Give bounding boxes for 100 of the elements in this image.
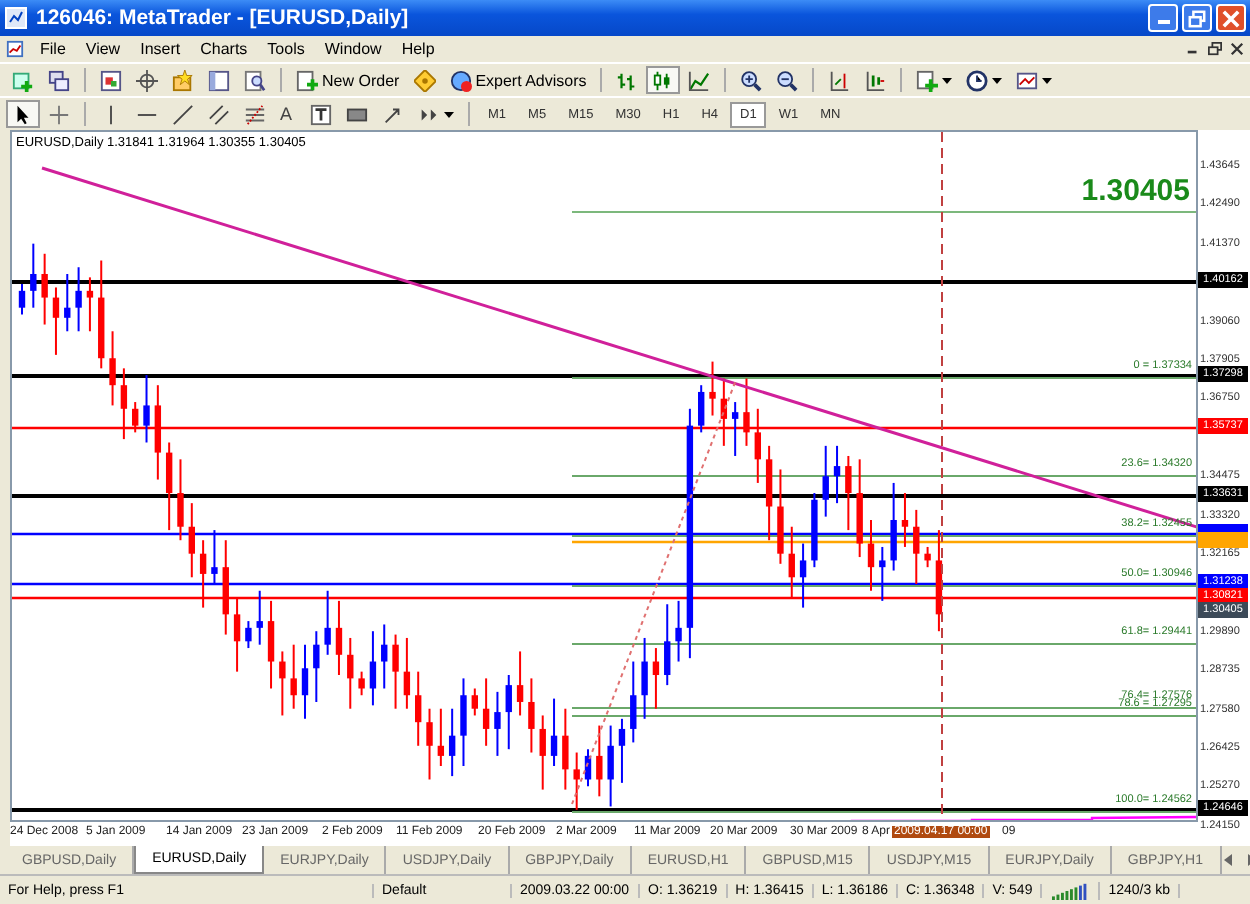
text-label-icon	[310, 103, 332, 125]
candle	[211, 529, 218, 586]
candle	[18, 283, 26, 316]
candle	[64, 273, 71, 333]
restore-icon[interactable]	[1208, 42, 1222, 56]
candle	[754, 407, 761, 484]
caret-icon	[444, 111, 454, 117]
candle	[415, 670, 422, 747]
menu-item[interactable]: View	[75, 40, 131, 58]
candle	[41, 252, 48, 326]
magnifier-icon	[244, 69, 266, 91]
candle	[98, 259, 105, 370]
candle	[426, 707, 433, 781]
candle	[913, 508, 920, 586]
candle	[290, 643, 297, 710]
caret-icon	[1042, 77, 1053, 83]
candle	[199, 539, 207, 609]
candle	[901, 492, 909, 548]
window-icon	[100, 69, 122, 91]
new-order-button[interactable]: New Order	[290, 66, 406, 94]
close-button[interactable]	[1216, 4, 1246, 32]
toolbar-button[interactable]	[6, 100, 40, 128]
minimize-button[interactable]	[1148, 4, 1178, 32]
menu-item[interactable]: Tools	[257, 40, 315, 58]
candle	[731, 401, 739, 457]
candle	[52, 286, 60, 356]
candle	[188, 502, 195, 579]
panel-icon	[208, 69, 230, 91]
menu-item[interactable]: Help	[391, 40, 445, 58]
diamond-icon	[413, 69, 436, 91]
candle	[630, 660, 637, 744]
candle	[177, 458, 184, 542]
caret-icon	[942, 77, 953, 83]
candle	[233, 596, 241, 673]
menu-item[interactable]: Window	[314, 40, 392, 58]
candle	[777, 468, 784, 565]
plus-icon	[12, 69, 34, 91]
candle	[109, 330, 116, 407]
candle	[358, 670, 365, 697]
candle	[709, 360, 716, 417]
candle	[867, 519, 875, 592]
toolbar-button[interactable]	[130, 66, 164, 94]
candle	[392, 633, 399, 710]
candle	[618, 717, 626, 784]
candle	[720, 377, 728, 447]
candle	[75, 266, 82, 333]
fibonacci-icon	[244, 103, 266, 125]
candle	[743, 377, 750, 447]
plus-icon	[916, 69, 939, 91]
candle	[698, 384, 705, 434]
candle	[154, 384, 162, 481]
candles-icon	[652, 69, 675, 91]
close-icon[interactable]	[1230, 42, 1244, 56]
candle	[324, 589, 331, 656]
candle	[403, 636, 411, 710]
candle	[799, 542, 807, 609]
menu-item[interactable]: File	[30, 40, 76, 58]
candle	[924, 545, 931, 569]
candle	[86, 276, 94, 333]
candle	[347, 636, 354, 710]
candle	[313, 630, 320, 703]
candle	[822, 444, 829, 518]
windows-icon	[48, 69, 70, 91]
candle	[165, 441, 173, 532]
candle	[30, 242, 37, 309]
channel-icon	[208, 103, 230, 125]
candle	[584, 748, 592, 788]
candle	[471, 687, 478, 717]
text-tool-button[interactable]: A	[274, 100, 302, 128]
trend-line-icon	[172, 103, 194, 125]
expert-advisors-button[interactable]: Expert Advisors	[443, 66, 593, 94]
candle	[935, 529, 943, 633]
menu-item[interactable]: Insert	[130, 40, 191, 58]
candle	[550, 697, 558, 767]
candle	[788, 525, 795, 599]
candle	[279, 650, 286, 717]
document-icon	[6, 40, 24, 58]
candle	[641, 636, 648, 720]
candle	[245, 620, 252, 650]
candle	[494, 690, 501, 757]
candle	[652, 647, 660, 710]
candle	[301, 643, 309, 720]
candle	[460, 677, 467, 767]
scroll-left-icon[interactable]	[1221, 854, 1234, 866]
maximize-button[interactable]	[1182, 4, 1212, 32]
candle	[607, 724, 614, 808]
candle	[833, 444, 841, 505]
minimize-icon	[1157, 20, 1169, 24]
candle	[664, 603, 671, 687]
candle	[765, 444, 773, 542]
candle	[879, 545, 886, 602]
close-icon	[1222, 9, 1240, 27]
line-icon	[688, 69, 711, 91]
menu-item[interactable]: Charts	[190, 40, 258, 58]
clock-icon	[966, 69, 989, 91]
template-icon	[1016, 69, 1039, 91]
candle	[675, 599, 682, 663]
crosshair-icon	[48, 103, 70, 125]
candle	[573, 751, 580, 811]
candle	[369, 630, 377, 707]
